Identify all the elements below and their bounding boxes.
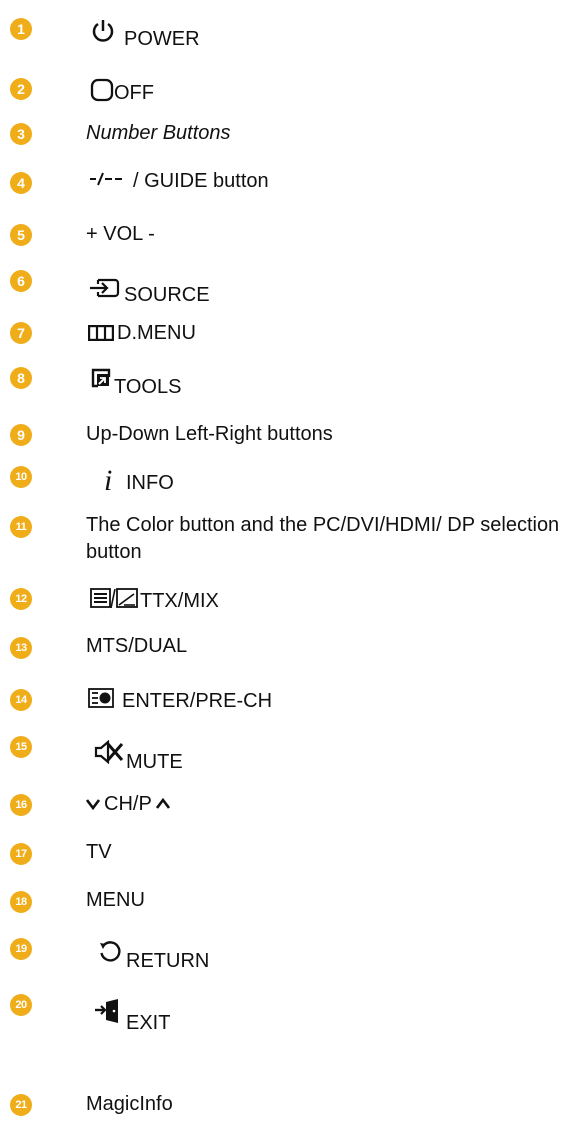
item-label: TOOLS	[114, 376, 182, 398]
item-label: + VOL -	[86, 223, 155, 245]
list-item-source: 6 SOURCE	[0, 266, 566, 306]
number-badge: 11	[10, 516, 32, 538]
list-item-power: 1 POWER	[0, 14, 566, 54]
item-label: INFO	[126, 472, 174, 494]
number-badge: 13	[10, 637, 32, 659]
number-badge: 2	[10, 78, 32, 100]
item-label: Number Buttons	[86, 122, 231, 144]
list-item-mute: 15 MUTE	[0, 732, 566, 776]
list-item-tv: 17 TV	[0, 838, 566, 872]
number-badge: 18	[10, 891, 32, 913]
list-item-info: 10 i INFO	[0, 462, 566, 502]
list-item-vol: 5 + VOL -	[0, 220, 566, 254]
enter-icon	[88, 688, 114, 708]
number-badge: 20	[10, 994, 32, 1016]
number-badge: 1	[10, 18, 32, 40]
list-item-enter: 14 ENTER/PRE-CH	[0, 684, 566, 722]
power-icon	[90, 18, 116, 44]
number-badge: 21	[10, 1094, 32, 1116]
dmenu-icon	[88, 325, 114, 341]
list-item-tools: 8 TOOLS	[0, 362, 566, 402]
ttx-mix-icon	[90, 588, 140, 610]
return-icon	[98, 940, 122, 964]
item-label: The Color button and the PC/DVI/HDMI/ DP…	[86, 514, 560, 563]
list-item-return: 19 RETURN	[0, 934, 566, 978]
number-badge: 4	[10, 172, 32, 194]
item-label: ENTER/PRE-CH	[122, 690, 273, 712]
number-badge: 8	[10, 367, 32, 389]
list-item-magicinfo: 21 MagicInfo	[0, 1090, 566, 1122]
off-icon	[90, 78, 114, 102]
number-badge: 16	[10, 794, 32, 816]
item-label: SOURCE	[124, 284, 210, 306]
item-label: / GUIDE button	[133, 170, 269, 192]
number-badge: 17	[10, 843, 32, 865]
item-label: MENU	[86, 889, 145, 911]
number-badge: 7	[10, 322, 32, 344]
item-label: POWER	[124, 28, 200, 50]
item-label: MagicInfo	[86, 1093, 173, 1115]
number-badge: 9	[10, 424, 32, 446]
list-item-exit: 20 EXIT	[0, 990, 566, 1036]
number-badge: 14	[10, 689, 32, 711]
item-label: TV	[86, 841, 112, 863]
number-badge: 5	[10, 224, 32, 246]
list-item-arrows: 9 Up-Down Left-Right buttons	[0, 420, 566, 454]
list-item-guide: 4 / GUIDE button	[0, 166, 566, 200]
item-label: TTX/MIX	[140, 590, 219, 612]
list-item-color-button: 11 The Color button and the PC/DVI/HDMI/…	[0, 512, 566, 572]
tools-icon	[90, 367, 112, 389]
mute-icon	[94, 740, 124, 764]
item-label: MUTE	[126, 751, 183, 773]
item-label: CH/P	[104, 793, 152, 815]
item-label: EXIT	[126, 1012, 171, 1034]
number-badge: 10	[10, 466, 32, 488]
item-label: D.MENU	[117, 322, 196, 344]
chevron-up-icon	[156, 798, 170, 810]
chevron-down-icon	[86, 798, 100, 810]
source-icon	[88, 276, 120, 300]
list-item-chp: 16 CH/P	[0, 790, 566, 824]
number-badge: 12	[10, 588, 32, 610]
list-item-number-buttons: 3 Number Buttons	[0, 118, 566, 152]
item-label: OFF	[114, 82, 154, 104]
number-badge: 6	[10, 270, 32, 292]
item-label: RETURN	[126, 950, 210, 972]
number-badge: 3	[10, 123, 32, 145]
list-item-ttx-mix: 12 TTX/MIX	[0, 582, 566, 622]
item-label: Up-Down Left-Right buttons	[86, 423, 333, 445]
info-icon: i	[104, 464, 113, 497]
number-badge: 15	[10, 736, 32, 758]
list-item-menu: 18 MENU	[0, 886, 566, 920]
exit-icon	[94, 998, 122, 1026]
list-item-off: 2 OFF	[0, 64, 566, 104]
list-item-dmenu: 7 D.MENU	[0, 316, 566, 350]
prech-dash-icon	[88, 172, 128, 186]
list-item-mts-dual: 13 MTS/DUAL	[0, 632, 566, 666]
number-badge: 19	[10, 938, 32, 960]
item-label: MTS/DUAL	[86, 635, 188, 657]
